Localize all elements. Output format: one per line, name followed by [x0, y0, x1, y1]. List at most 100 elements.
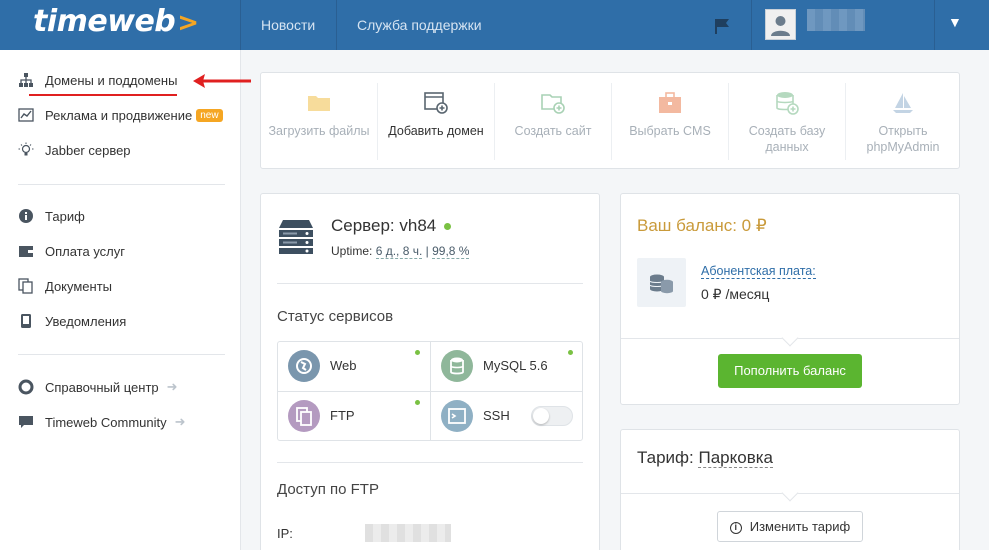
sidebar-item-jabber[interactable]: Jabber сервер	[18, 140, 131, 160]
sidebar-item-tariff[interactable]: Тариф	[18, 206, 85, 226]
sidebar-item-label: Справочный центр	[45, 379, 159, 395]
quick-action-label: Загрузить файлы	[268, 124, 370, 138]
balance-panel: Ваш баланс: 0 ₽ Абонентская плата: 0 ₽ /…	[620, 193, 960, 405]
ftp-access-title: Доступ по FTP	[277, 481, 379, 498]
logo-area[interactable]: timeweb>	[0, 0, 241, 50]
sidebar: Домены и поддомены Реклама и продвижение…	[0, 50, 241, 550]
uptime: Uptime: 6 д., 8 ч. | 99,8 %	[331, 244, 470, 259]
top-up-balance-button[interactable]: Пополнить баланс	[718, 354, 862, 388]
quick-action-label: Выбрать CMS	[629, 124, 711, 138]
sidebar-item-notifications[interactable]: Уведомления	[18, 311, 126, 331]
divider	[277, 462, 583, 463]
services-grid: Web MySQL 5.6 FTP SSH	[277, 341, 583, 441]
service-label: SSH	[483, 408, 510, 423]
tariff-prefix: Тариф:	[637, 448, 694, 467]
logo-text: timeweb	[33, 4, 176, 39]
annotation-arrow-icon	[193, 74, 251, 88]
sidebar-item-label: Jabber сервер	[45, 142, 131, 158]
sidebar-item-label: Документы	[45, 278, 113, 294]
add-domain-button[interactable]: Добавить домен	[378, 73, 494, 170]
service-label: Web	[330, 358, 357, 373]
terminal-icon	[441, 400, 473, 432]
sidebar-item-label: Timeweb Community	[45, 414, 167, 430]
service-mysql[interactable]: MySQL 5.6	[431, 342, 583, 391]
uptime-value[interactable]: 6 д., 8 ч.	[375, 244, 423, 259]
flag-icon[interactable]	[713, 17, 731, 35]
divider-notch	[781, 329, 799, 347]
external-link-icon: ➜	[174, 414, 186, 429]
folder-icon	[308, 96, 330, 111]
ssh-toggle[interactable]	[531, 406, 573, 426]
toggle-knob	[533, 408, 549, 424]
tariff-name[interactable]: Парковка	[698, 448, 773, 468]
sidebar-divider	[18, 354, 225, 355]
logo-arrow-icon: >	[177, 8, 199, 38]
sidebar-item-community[interactable]: Timeweb Community ➜	[18, 412, 186, 432]
chevron-down-icon[interactable]: ▼	[948, 14, 962, 30]
sidebar-item-help[interactable]: Справочный центр ➜	[18, 377, 178, 397]
nav-divider	[336, 0, 337, 50]
nav-support[interactable]: Служба поддержки	[357, 0, 482, 50]
quick-actions-bar: Загрузить файлы Добавить домен Создать с…	[260, 72, 960, 169]
user-icon	[771, 16, 790, 36]
new-badge: new	[196, 108, 223, 122]
quick-action-label: Открыть phpMyAdmin	[866, 124, 940, 154]
sidebar-divider	[18, 184, 225, 185]
user-menu[interactable]	[751, 0, 935, 50]
server-title: Сервер: vh84	[331, 216, 452, 236]
quick-action-label: Создать базу данных	[748, 124, 826, 154]
tariff-title: Тариф: Парковка	[637, 448, 773, 468]
sidebar-item-ads[interactable]: Реклама и продвижение new	[18, 105, 223, 125]
server-status-dot	[444, 223, 452, 231]
nav-news[interactable]: Новости	[261, 0, 315, 50]
sidebar-item-payment[interactable]: Оплата услуг	[18, 241, 125, 261]
logo[interactable]: timeweb>	[33, 4, 199, 39]
quick-action-label: Добавить домен	[388, 124, 484, 138]
sailboat-icon	[893, 93, 913, 113]
avatar	[765, 9, 796, 40]
briefcase-icon	[659, 92, 681, 113]
top-bar: timeweb> Новости Служба поддержки ▼	[0, 0, 989, 50]
subscription-fee-label[interactable]: Абонентская плата:	[701, 264, 816, 279]
service-ftp[interactable]: FTP	[278, 392, 430, 441]
services-status-title: Статус сервисов	[277, 308, 394, 325]
divider-notch	[781, 484, 799, 502]
uptime-percent[interactable]: 99,8 %	[432, 244, 470, 259]
ip-value-redacted	[365, 524, 451, 542]
chart-icon	[18, 108, 34, 122]
quick-action-label: Создать сайт	[514, 124, 592, 138]
folder-plus-icon	[541, 94, 565, 114]
coins-icon	[637, 258, 686, 307]
wallet-icon	[19, 246, 33, 257]
change-tariff-label: Изменить тариф	[749, 519, 851, 534]
ftp-icon	[288, 400, 320, 432]
create-database-button[interactable]: Создать базу данных	[729, 73, 845, 170]
server-panel: Сервер: vh84 Uptime: 6 д., 8 ч. | 99,8 %…	[260, 193, 600, 550]
choose-cms-button[interactable]: Выбрать CMS	[612, 73, 728, 170]
service-status-dot	[415, 350, 420, 355]
uptime-separator: |	[425, 244, 429, 258]
add-domain-icon	[424, 92, 448, 114]
sidebar-item-label: Уведомления	[45, 313, 127, 329]
info-icon: i	[729, 521, 742, 534]
uptime-label: Uptime:	[331, 244, 373, 258]
sidebar-item-documents[interactable]: Документы	[18, 276, 112, 296]
help-icon	[18, 379, 34, 395]
phone-icon	[21, 314, 31, 328]
open-phpmyadmin-button[interactable]: Открыть phpMyAdmin	[845, 73, 961, 170]
server-icon	[279, 220, 313, 254]
documents-icon	[18, 278, 33, 294]
tariff-panel: Тариф: Парковка i Изменить тариф	[620, 429, 960, 550]
service-web[interactable]: Web	[278, 342, 430, 391]
annotation-underline	[29, 94, 177, 96]
change-tariff-button[interactable]: i Изменить тариф	[717, 511, 863, 542]
upload-files-button[interactable]: Загрузить файлы	[261, 73, 377, 170]
server-name: Сервер: vh84	[331, 216, 437, 235]
sidebar-item-domains[interactable]: Домены и поддомены	[18, 70, 177, 90]
sidebar-item-label: Тариф	[45, 208, 85, 224]
sidebar-item-label: Домены и поддомены	[45, 72, 178, 88]
database-icon	[441, 350, 473, 382]
service-ssh[interactable]: SSH	[431, 392, 583, 441]
create-site-button[interactable]: Создать сайт	[495, 73, 611, 170]
divider	[277, 283, 583, 284]
